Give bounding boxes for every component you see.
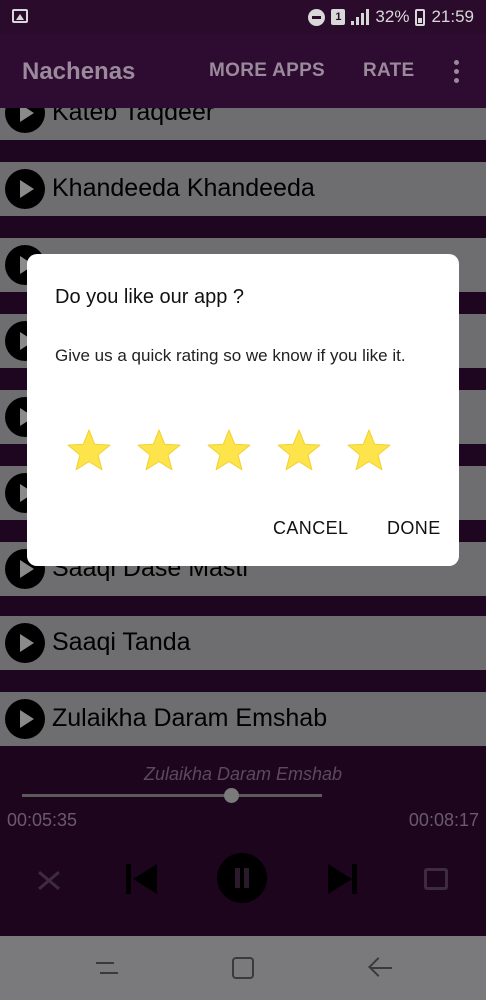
clock: 21:59 [431, 7, 474, 26]
star-icon[interactable] [275, 428, 323, 474]
overflow-menu-icon[interactable] [454, 60, 460, 84]
player-panel: Zulaikha Daram Emshab 00:05:35 00:08:17 [0, 748, 486, 936]
seek-bar[interactable] [22, 794, 322, 797]
now-playing-title: Zulaikha Daram Emshab [143, 764, 343, 784]
list-item[interactable]: Khandeeda Khandeeda [0, 162, 486, 216]
play-icon[interactable] [5, 169, 45, 209]
image-notification-icon [12, 9, 28, 23]
list-item[interactable]: Saaqi Tanda [0, 616, 486, 670]
song-title: Saaqi Tanda [52, 628, 191, 656]
app-bar: Nachenas MORE APPS RATE [0, 34, 486, 108]
battery-icon [415, 8, 426, 26]
list-item[interactable]: Zulaikha Daram Emshab [0, 692, 486, 746]
star-icon[interactable] [345, 428, 393, 474]
dialog-message: Give us a quick rating so we know if you… [55, 346, 406, 365]
repeat-icon[interactable] [424, 868, 448, 890]
do-not-disturb-icon [308, 8, 326, 26]
star-rating[interactable] [65, 428, 405, 478]
skip-next-icon[interactable] [328, 864, 360, 894]
recent-apps-icon[interactable] [96, 958, 118, 978]
star-icon[interactable] [135, 428, 183, 474]
skip-previous-icon[interactable] [126, 864, 158, 894]
star-icon[interactable] [205, 428, 253, 474]
song-title: Khandeeda Khandeeda [52, 174, 315, 202]
play-icon[interactable] [5, 699, 45, 739]
shuffle-icon[interactable] [36, 868, 62, 892]
signal-icon [351, 9, 370, 25]
play-icon[interactable] [5, 108, 45, 133]
song-title: Kateb Taqdeer [52, 108, 215, 126]
rating-dialog: Do you like our app ? Give us a quick ra… [27, 254, 459, 566]
status-bar: 1 32% 21:59 [0, 0, 486, 34]
elapsed-time: 00:05:35 [7, 810, 78, 830]
star-icon[interactable] [65, 428, 113, 474]
back-icon[interactable] [368, 956, 392, 980]
seek-thumb[interactable] [224, 788, 239, 803]
sim-icon: 1 [331, 9, 346, 25]
home-icon[interactable] [232, 957, 254, 979]
navigation-bar [0, 936, 486, 1000]
total-time: 00:08:17 [408, 810, 479, 830]
app-title: Nachenas [22, 58, 136, 85]
pause-button[interactable] [217, 853, 267, 903]
more-apps-button[interactable]: MORE APPS [209, 60, 325, 82]
status-icons: 1 32% 21:59 [308, 6, 474, 28]
dialog-title: Do you like our app ? [55, 286, 245, 308]
cancel-button[interactable]: CANCEL [273, 518, 348, 539]
list-item[interactable]: Kateb Taqdeer [0, 108, 486, 140]
song-title: Zulaikha Daram Emshab [52, 704, 328, 732]
battery-percent: 32% [375, 7, 410, 26]
rate-button[interactable]: RATE [363, 60, 415, 82]
play-icon[interactable] [5, 623, 45, 663]
done-button[interactable]: DONE [387, 518, 441, 539]
